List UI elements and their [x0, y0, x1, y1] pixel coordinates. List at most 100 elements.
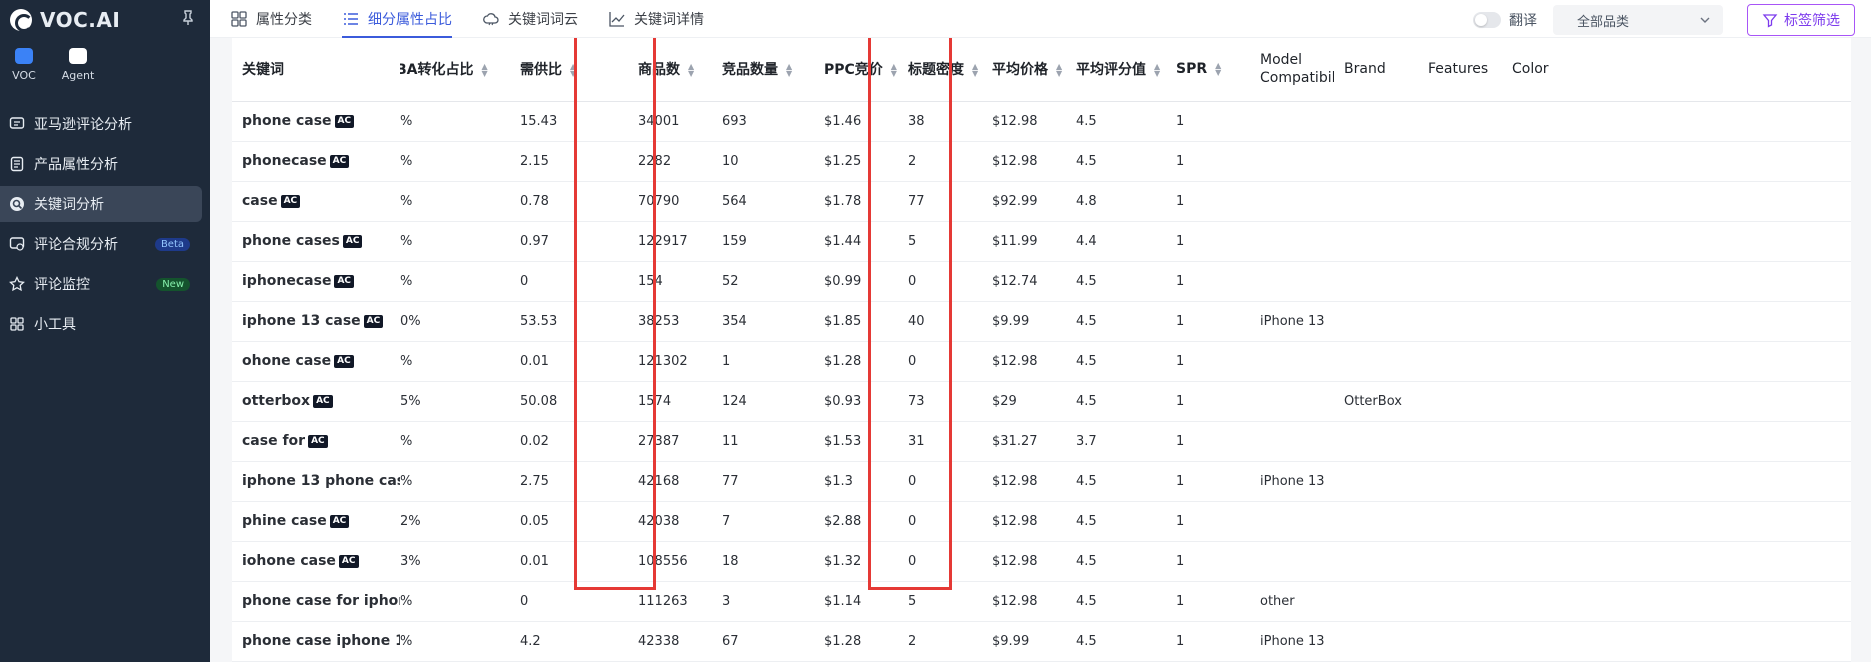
- header-ppc-bid[interactable]: PPC竞价 ▲ ▼: [814, 38, 898, 102]
- brand-cell: [1334, 261, 1418, 302]
- keyword-text[interactable]: otterbox: [242, 393, 310, 409]
- keyword-text[interactable]: phine case: [242, 513, 327, 529]
- ppc-cell: $1.44: [814, 221, 898, 262]
- comp-cell: 1: [712, 341, 814, 382]
- ratio-cell: 53.53: [500, 301, 628, 342]
- keyword-table-container: 关键词 BA转化占比 ▲ ▼ 需供比 ▲ ▼ 商品数 ▲ ▼ 竞品数量 ▲ ▼ PPC竞价 ▲ ▼ …: [232, 38, 1851, 662]
- keyword-text[interactable]: case for: [242, 433, 305, 449]
- header-conversion[interactable]: BA转化占比 ▲ ▼: [400, 38, 500, 102]
- header-competitor-count[interactable]: 竞品数量 ▲ ▼: [712, 38, 814, 102]
- tab-attribute-category[interactable]: 属性分类: [230, 0, 312, 38]
- ac-badge: AC: [334, 114, 355, 128]
- table-row[interactable]: phine case AC 2% 0.05 42038 7 $2.88 0 $12.98 4.5 1: [232, 501, 1851, 542]
- keyword-cell: iphonecase AC: [232, 261, 400, 302]
- keyword-cell: phonecase AC: [232, 141, 400, 182]
- table-row[interactable]: case AC% 0.78 70790 564 $1.78 77 $92.99 4.8 1: [232, 181, 1851, 222]
- table-row[interactable]: iohone case AC 3% 0.01 108556 18 $1.32 0 $12.98 4…: [232, 541, 1851, 582]
- keyword-text[interactable]: ohone case: [242, 353, 331, 369]
- mode-agent[interactable]: Agent: [60, 48, 96, 82]
- table-row[interactable]: phone case iphone 13AC%4.24233867$1.282$…: [232, 621, 1851, 662]
- products-cell: 34001: [628, 101, 712, 142]
- color-cell: [1502, 301, 1851, 342]
- table-header-row: 关键词 BA转化占比 ▲ ▼ 需供比 ▲ ▼ 商品数 ▲ ▼ 竞品数量 ▲ ▼ PPC竞价 ▲ ▼ …: [232, 38, 1851, 102]
- brand[interactable]: VOC.AI: [0, 0, 210, 40]
- ppc-cell: $1.25: [814, 141, 898, 182]
- table-row[interactable]: iphonecase AC% 0 154 52 $0.99 0 $12.74 4.5 1: [232, 261, 1851, 302]
- keyword-text[interactable]: phone cases: [242, 233, 340, 249]
- tab-keyword-detail[interactable]: 关键词详情: [608, 0, 704, 38]
- table-row[interactable]: phonecase AC% 2.15 2282 10 $1.25 2 $12.98 4.5 1: [232, 141, 1851, 182]
- keyword-cell: phone case for iphoneAC: [232, 581, 400, 622]
- keyword-table: 关键词 BA转化占比 ▲ ▼ 需供比 ▲ ▼ 商品数 ▲ ▼ 竞品数量 ▲ ▼ PPC竞价 ▲ ▼ …: [232, 38, 1851, 662]
- header-title-density[interactable]: 标题密度 ▲ ▼: [898, 38, 982, 102]
- sidebar-item-tools[interactable]: 小工具: [0, 306, 202, 342]
- keyword-text[interactable]: phone case: [242, 113, 332, 129]
- header-spr[interactable]: SPR ▲ ▼: [1166, 38, 1250, 102]
- keyword-text[interactable]: phonecase: [242, 153, 327, 169]
- keyword-text[interactable]: phone case for iphone: [242, 593, 400, 609]
- sidebar-item-keyword-analysis[interactable]: 关键词分析: [0, 186, 202, 222]
- header-avg-rating[interactable]: 平均评分值 ▲ ▼: [1066, 38, 1166, 102]
- ppc-cell: $1.3: [814, 461, 898, 502]
- sidebar-item-compliance[interactable]: 评论合规分析 Beta: [0, 226, 202, 262]
- sort-icon[interactable]: ▲ ▼: [972, 63, 978, 78]
- keyword-text[interactable]: iohone case: [242, 553, 336, 569]
- header-avg-price[interactable]: 平均价格 ▲ ▼: [982, 38, 1066, 102]
- document-icon: [8, 155, 26, 173]
- conv-cell: 5%: [400, 381, 500, 422]
- table-row[interactable]: phone case for iphoneAC%01112633$1.145$1…: [232, 581, 1851, 622]
- keyword-text[interactable]: iphone 13 phone case: [242, 473, 400, 489]
- tab-label: 属性分类: [256, 11, 312, 28]
- translate-toggle[interactable]: [1473, 12, 1501, 28]
- category-select[interactable]: 全部品类: [1553, 5, 1723, 35]
- header-keyword[interactable]: 关键词: [232, 38, 400, 102]
- ratio-cell: 50.08: [500, 381, 628, 422]
- sort-icon[interactable]: ▲ ▼: [482, 63, 488, 78]
- table-row[interactable]: phone case AC% 15.43 34001 693 $1.46 38 $12.98 4…: [232, 101, 1851, 142]
- mode-label: VOC: [12, 69, 36, 82]
- sidebar-item-product-attr[interactable]: 产品属性分析: [0, 146, 202, 182]
- table-row[interactable]: case for AC% 0.02 27387 11 $1.53 31 $31.27 3.7 1: [232, 421, 1851, 462]
- table-row[interactable]: iphone 13 case AC 0% 53.53 38253 354 $1.85 40 $9…: [232, 301, 1851, 342]
- price-cell: $9.99: [982, 301, 1066, 342]
- spr-cell: 1: [1166, 101, 1250, 142]
- conv-cell: %: [400, 141, 500, 182]
- keyword-text[interactable]: case: [242, 193, 278, 209]
- list-icon: [344, 12, 358, 25]
- keyword-cell: iohone case AC: [232, 541, 400, 582]
- header-product-count[interactable]: 商品数 ▲ ▼: [628, 38, 712, 102]
- comp-cell: 3: [712, 581, 814, 622]
- keyword-text[interactable]: iphonecase: [242, 273, 331, 289]
- conv-cell: %: [400, 581, 500, 622]
- ppc-cell: $1.14: [814, 581, 898, 622]
- sort-icon[interactable]: ▲ ▼: [688, 63, 694, 78]
- pin-icon[interactable]: [180, 10, 196, 26]
- spr-cell: 1: [1166, 461, 1250, 502]
- tab-keyword-cloud[interactable]: 关键词词云: [482, 0, 578, 38]
- keyword-text[interactable]: iphone 13 case: [242, 313, 361, 329]
- sort-icon[interactable]: ▲ ▼: [786, 63, 792, 78]
- sort-icon[interactable]: ▲ ▼: [570, 63, 576, 78]
- features-cell: [1418, 341, 1502, 382]
- table-row[interactable]: iphone 13 phone caseAC%2.754216877$1.30$…: [232, 461, 1851, 502]
- sidebar-item-review-monitor[interactable]: 评论监控 New: [0, 266, 202, 302]
- sidebar-item-review-analysis[interactable]: 亚马逊评论分析: [0, 106, 202, 142]
- sort-icon[interactable]: ▲ ▼: [1154, 63, 1160, 78]
- table-row[interactable]: ohone case AC% 0.01 121302 1 $1.28 0 $12.98 4.5 1: [232, 341, 1851, 382]
- sort-icon[interactable]: ▲ ▼: [1215, 62, 1221, 77]
- density-cell: 0: [898, 341, 982, 382]
- table-row[interactable]: otterbox AC 5% 50.08 1574 124 $0.93 73 $29 4.5 1 Ot…: [232, 381, 1851, 422]
- ppc-cell: $2.88: [814, 501, 898, 542]
- sort-icon[interactable]: ▲ ▼: [1056, 63, 1062, 78]
- table-row[interactable]: phone cases AC% 0.97 122917 159 $1.44 5 $11.99 4…: [232, 221, 1851, 262]
- color-cell: [1502, 341, 1851, 382]
- tab-attribute-share[interactable]: 细分属性占比: [342, 0, 452, 38]
- color-cell: [1502, 501, 1851, 542]
- mode-voc[interactable]: VOC: [6, 48, 42, 82]
- sort-icon[interactable]: ▲ ▼: [891, 63, 897, 78]
- keyword-text[interactable]: phone case iphone 13: [242, 633, 400, 649]
- header-demand-supply[interactable]: 需供比 ▲ ▼: [500, 38, 628, 102]
- features-cell: [1418, 181, 1502, 222]
- conv-cell: 2%: [400, 501, 500, 542]
- tag-filter-button[interactable]: 标签筛选: [1747, 4, 1855, 36]
